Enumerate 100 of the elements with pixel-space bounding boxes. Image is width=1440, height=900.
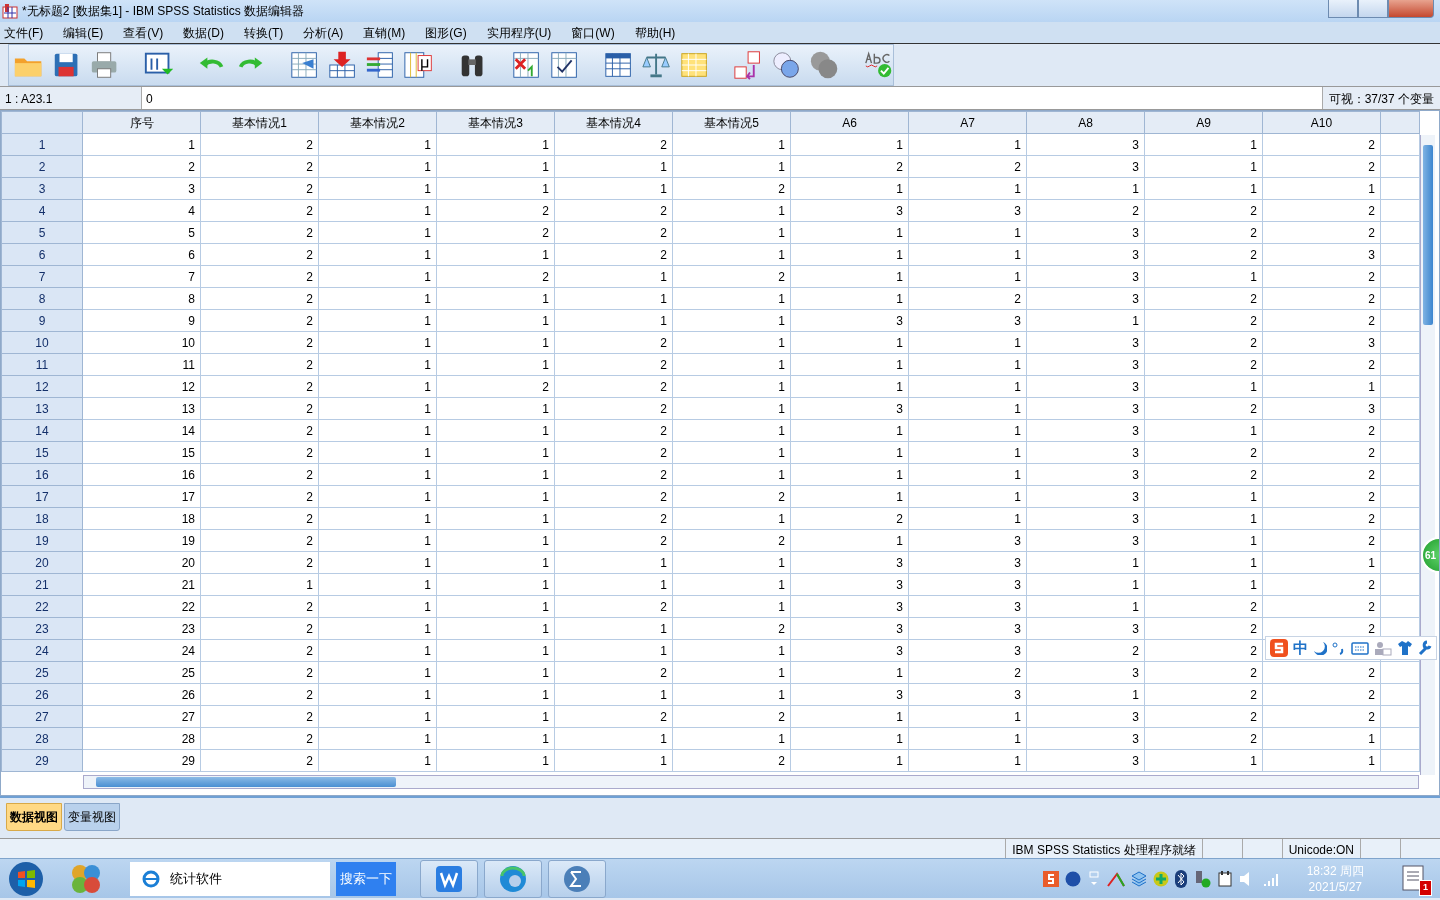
column-header[interactable]: 序号 bbox=[82, 111, 201, 134]
restore-button[interactable] bbox=[1358, 0, 1388, 18]
menu-item[interactable]: 文件(F) bbox=[4, 23, 54, 42]
vertical-scrollbar[interactable] bbox=[1420, 135, 1435, 775]
row-header[interactable]: 4 bbox=[1, 199, 83, 222]
horizontal-scrollbar[interactable] bbox=[83, 775, 1419, 789]
logo-icon[interactable] bbox=[1270, 639, 1288, 657]
row-header[interactable]: 8 bbox=[1, 287, 83, 310]
table-cell: 2 bbox=[200, 243, 319, 266]
taskbar-button[interactable] bbox=[420, 859, 478, 898]
row-header[interactable]: 22 bbox=[1, 595, 83, 618]
close-button[interactable] bbox=[1388, 0, 1434, 18]
column-header[interactable]: 基本情况2 bbox=[318, 111, 437, 134]
table-cross-icon[interactable] bbox=[510, 49, 541, 81]
column-header[interactable]: A8 bbox=[1026, 111, 1145, 134]
menu-item[interactable]: 实用程序(U) bbox=[486, 23, 562, 42]
table-cell: 1 bbox=[672, 683, 791, 706]
column-header[interactable]: A6 bbox=[790, 111, 909, 134]
row-header[interactable]: 29 bbox=[1, 749, 83, 772]
menu-item[interactable]: 帮助(H) bbox=[634, 23, 686, 42]
table-arrow-icon[interactable] bbox=[288, 49, 319, 81]
letters-arrow-icon[interactable] bbox=[732, 49, 763, 81]
menu-item[interactable]: 转换(T) bbox=[244, 23, 294, 42]
menu-item[interactable]: 编辑(E) bbox=[63, 23, 114, 42]
punctuation-icon[interactable] bbox=[1332, 641, 1346, 655]
row-header[interactable]: 7 bbox=[1, 265, 83, 288]
table-cell: 1 bbox=[672, 551, 791, 574]
sigma-icon bbox=[562, 863, 592, 894]
menu-item[interactable]: 图形(G) bbox=[425, 23, 477, 42]
table-cell: 2 bbox=[1262, 265, 1381, 288]
row-header[interactable]: 12 bbox=[1, 375, 83, 398]
row-header[interactable]: 15 bbox=[1, 441, 83, 464]
row-header[interactable]: 13 bbox=[1, 397, 83, 420]
table-cell: 18 bbox=[82, 507, 201, 530]
column-header[interactable]: A9 bbox=[1144, 111, 1263, 134]
menu-item[interactable]: 数据(D) bbox=[183, 23, 234, 42]
row-header[interactable]: 1 bbox=[1, 133, 83, 156]
column-header[interactable]: 基本情况3 bbox=[436, 111, 555, 134]
row-header[interactable]: 26 bbox=[1, 683, 83, 706]
row-header[interactable]: 11 bbox=[1, 353, 83, 376]
row-header[interactable]: 23 bbox=[1, 617, 83, 640]
column-header[interactable]: A7 bbox=[908, 111, 1027, 134]
table-mu-icon[interactable] bbox=[403, 49, 434, 81]
cube-icon[interactable] bbox=[1130, 870, 1147, 887]
row-header[interactable]: 25 bbox=[1, 661, 83, 684]
row-header[interactable]: 21 bbox=[1, 573, 83, 596]
menu-item[interactable]: 分析(A) bbox=[303, 23, 354, 42]
wrench-icon[interactable] bbox=[1418, 640, 1432, 656]
table-cell: 2 bbox=[1262, 419, 1381, 442]
column-header[interactable]: 基本情况1 bbox=[200, 111, 319, 134]
view-tab[interactable]: 变量视图 bbox=[64, 803, 120, 831]
view-tab[interactable]: 数据视图 bbox=[6, 803, 62, 831]
row-header[interactable]: 19 bbox=[1, 529, 83, 552]
row-header[interactable]: 24 bbox=[1, 639, 83, 662]
row-header[interactable]: 5 bbox=[1, 221, 83, 244]
taskbar-button[interactable] bbox=[484, 859, 542, 898]
table-cell: 1 bbox=[672, 463, 791, 486]
triangle-icon[interactable] bbox=[1106, 870, 1125, 887]
column-header[interactable]: 基本情况4 bbox=[554, 111, 673, 134]
menu-item[interactable]: 窗口(W) bbox=[571, 23, 625, 42]
table-bars-icon[interactable] bbox=[365, 49, 396, 81]
table-check-icon[interactable] bbox=[549, 49, 580, 81]
table-cell: 14 bbox=[82, 419, 201, 442]
row-header[interactable]: 27 bbox=[1, 705, 83, 728]
table-cell: 3 bbox=[908, 309, 1027, 332]
table-arrow-icon[interactable] bbox=[326, 49, 358, 81]
help-icon[interactable] bbox=[1064, 870, 1081, 887]
row-header[interactable]: 2 bbox=[1, 155, 83, 178]
row-header[interactable]: 9 bbox=[1, 309, 83, 332]
row-header[interactable]: 6 bbox=[1, 243, 83, 266]
start-button[interactable] bbox=[8, 860, 44, 897]
user-card-icon[interactable] bbox=[1374, 640, 1392, 656]
row-header[interactable]: 28 bbox=[1, 727, 83, 750]
row-header[interactable]: 17 bbox=[1, 485, 83, 508]
table-cell: 3 bbox=[790, 683, 909, 706]
search-button[interactable]: 搜索一下 bbox=[336, 861, 396, 896]
circles-icon[interactable] bbox=[771, 49, 802, 81]
row-header[interactable]: 18 bbox=[1, 507, 83, 530]
shirt-icon[interactable] bbox=[1397, 640, 1413, 656]
taskbar-button[interactable] bbox=[548, 859, 606, 898]
search-field[interactable]: 统计软件 bbox=[166, 861, 330, 896]
row-header[interactable]: 14 bbox=[1, 419, 83, 442]
row-header[interactable]: 16 bbox=[1, 463, 83, 486]
column-header[interactable]: 基本情况5 bbox=[672, 111, 791, 134]
column-header[interactable]: A10 bbox=[1262, 111, 1381, 134]
keyboard-icon[interactable] bbox=[1351, 641, 1369, 655]
row-header[interactable]: 3 bbox=[1, 177, 83, 200]
row-header[interactable]: 10 bbox=[1, 331, 83, 354]
input-method-icon[interactable] bbox=[1042, 870, 1059, 887]
moon-icon[interactable] bbox=[1313, 641, 1327, 655]
bluetooth-icon[interactable] bbox=[1174, 869, 1187, 888]
row-header[interactable]: 20 bbox=[1, 551, 83, 574]
menu-item[interactable]: 查看(V) bbox=[123, 23, 174, 42]
cell-value-field[interactable]: 0 bbox=[142, 87, 1322, 109]
table-cell: 3 bbox=[790, 639, 909, 662]
minimize-button[interactable] bbox=[1328, 0, 1358, 18]
table-cell: 3 bbox=[790, 199, 909, 222]
table-cell: 10 bbox=[82, 331, 201, 354]
menu-item[interactable]: 直销(M) bbox=[363, 23, 416, 42]
circles-icon[interactable] bbox=[809, 49, 840, 81]
